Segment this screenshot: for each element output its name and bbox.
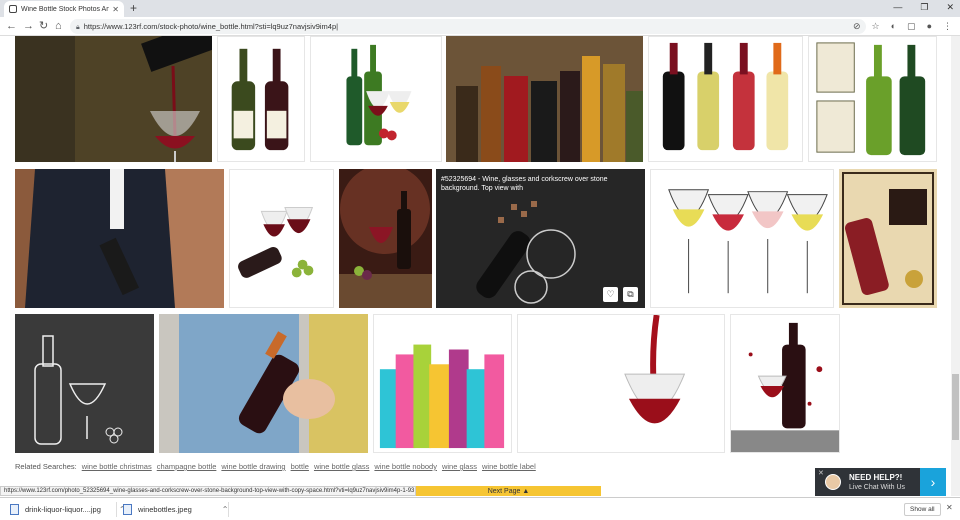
page-scrollbar[interactable]: [951, 36, 960, 496]
site-favicon-icon: [9, 5, 17, 13]
url-text: https://www.123rf.com/stock-photo/wine_b…: [83, 22, 339, 31]
related-tag[interactable]: wine glass: [442, 462, 477, 471]
photo-bottles-glasses-art: [346, 44, 412, 146]
agent-avatar: [825, 474, 841, 490]
photo-wine-vintage-poster[interactable]: [839, 169, 937, 308]
photo-wine-labels[interactable]: [808, 36, 937, 162]
close-downloads-icon[interactable]: ✕: [946, 503, 953, 512]
chevron-right-icon[interactable]: ›: [920, 468, 946, 496]
photo-colorful-bottles-art: [379, 344, 505, 449]
back-icon[interactable]: ←: [6, 19, 17, 33]
photo-waiter-art: [15, 169, 224, 308]
close-tab-icon[interactable]: ✕: [112, 5, 119, 14]
download-filename: drink-liquor-liquor....jpg: [25, 505, 101, 514]
chat-title: NEED HELP?!: [849, 473, 903, 482]
browser-toolbar: ← → ↻ ⌂ 🔒︎ https://www.123rf.com/stock-ph…: [0, 17, 960, 36]
photo-woman-holding-bottle[interactable]: [159, 314, 368, 453]
related-searches: Related Searches: wine bottle christmas …: [15, 462, 536, 471]
photo-liquor-bottles[interactable]: [446, 36, 643, 162]
file-icon: [10, 504, 19, 515]
download-item[interactable]: drink-liquor-liquor....jpg ⌃: [10, 502, 126, 517]
photo-vintage-poster-art: [839, 169, 937, 308]
photo-wine-still-life[interactable]: [339, 169, 432, 308]
photo-wine-labels-art: [816, 42, 926, 156]
next-page-button[interactable]: Next Page ▲: [416, 486, 601, 496]
blocked-content-icon[interactable]: ⊘: [853, 20, 861, 32]
window-controls: — ❐ ✕: [893, 2, 954, 13]
download-filename: winebottles.jpeg: [138, 505, 192, 514]
photo-pouring-wine-art: [15, 36, 212, 162]
show-all-downloads-button[interactable]: Show all: [904, 503, 941, 516]
related-tag[interactable]: wine bottle glass: [314, 462, 369, 471]
divider: [228, 502, 229, 517]
close-chat-icon[interactable]: ✕: [818, 469, 824, 477]
forward-icon[interactable]: →: [23, 19, 34, 33]
related-tag[interactable]: wine bottle label: [482, 462, 536, 471]
cast-icon[interactable]: ▢: [907, 20, 916, 32]
close-window-icon[interactable]: ✕: [946, 2, 954, 13]
home-icon[interactable]: ⌂: [55, 19, 62, 33]
photo-chalkboard-art: [15, 314, 154, 453]
photo-colorful-bottles-illustration[interactable]: [373, 314, 512, 453]
toolbar-actions: ⊘ ☆ ◐ ▢ ● ⋮: [853, 20, 952, 32]
file-icon: [123, 504, 132, 515]
live-chat-widget[interactable]: ✕ NEED HELP?! Live Chat With Us ›: [815, 468, 946, 496]
profile-icon[interactable]: ●: [927, 20, 932, 32]
photo-red-wine-pouring[interactable]: [517, 314, 725, 453]
divider: [116, 502, 117, 517]
photo-wine-bottle-splash[interactable]: [730, 314, 840, 453]
photo-wine-glasses-corkscrew-selected[interactable]: #52325694 - Wine, glasses and corkscrew …: [436, 169, 645, 308]
maximize-icon[interactable]: ❐: [920, 2, 928, 13]
photo-two-bottles-art: [231, 48, 289, 151]
photo-glasses-illustration-art: [668, 189, 828, 294]
photo-woman-bottle-art: [159, 314, 368, 453]
photo-glasses-grapes-art: [238, 206, 314, 278]
add-to-lightbox-icon[interactable]: ⧉: [623, 287, 638, 302]
lock-icon: 🔒︎: [76, 24, 80, 31]
photo-wine-glasses-illustration[interactable]: [650, 169, 834, 308]
photo-four-bottles-art: [662, 42, 789, 151]
like-heart-icon[interactable]: ♡: [603, 287, 618, 302]
related-searches-label: Related Searches:: [15, 462, 77, 471]
reload-icon[interactable]: ↻: [39, 19, 48, 33]
download-item[interactable]: winebottles.jpeg ⌃: [123, 502, 229, 517]
minimize-icon[interactable]: —: [893, 2, 902, 13]
photo-vino-chalkboard[interactable]: [15, 314, 154, 453]
tab-strip: Wine Bottle Stock Photos And Im ✕ + — ❐ …: [0, 0, 960, 17]
related-tag[interactable]: wine bottle drawing: [221, 462, 285, 471]
related-tag[interactable]: wine bottle christmas: [82, 462, 152, 471]
extension-icon[interactable]: ◐: [891, 20, 896, 32]
browser-tab[interactable]: Wine Bottle Stock Photos And Im ✕: [4, 1, 124, 17]
photo-caption: #52325694 - Wine, glasses and corkscrew …: [441, 176, 608, 192]
photo-liquor-bottles-art: [446, 36, 643, 162]
photo-four-wine-bottles[interactable]: [648, 36, 803, 162]
menu-icon[interactable]: ⋮: [943, 20, 952, 32]
downloads-bar: drink-liquor-liquor....jpg ⌃ winebottles…: [0, 497, 960, 520]
related-tag[interactable]: wine bottle nobody: [374, 462, 437, 471]
photo-pouring-wine-into-glass[interactable]: [15, 36, 212, 162]
chat-subtitle: Live Chat With Us: [849, 484, 906, 491]
photo-red-wine-pour-art: [624, 315, 686, 424]
next-page-label: Next Page: [487, 488, 521, 495]
tab-title: Wine Bottle Stock Photos And Im: [21, 5, 110, 13]
photo-bottle-splash-art: [731, 322, 839, 452]
new-tab-button[interactable]: +: [130, 1, 137, 15]
bookmark-star-icon[interactable]: ☆: [872, 20, 880, 32]
related-tag[interactable]: bottle: [291, 462, 309, 471]
photo-still-life-art: [339, 169, 432, 308]
photo-waiter-opening-bottle[interactable]: [15, 169, 224, 308]
photo-two-wine-bottles[interactable]: [217, 36, 305, 162]
link-status-bar: https://www.123rf.com/photo_52325694_win…: [0, 486, 416, 496]
address-bar[interactable]: 🔒︎ https://www.123rf.com/stock-photo/wine…: [70, 19, 866, 34]
scrollbar-thumb[interactable]: [952, 374, 959, 440]
photo-bottles-and-glasses[interactable]: [310, 36, 442, 162]
related-tag[interactable]: champagne bottle: [157, 462, 217, 471]
photo-glasses-bottle-grapes[interactable]: [229, 169, 334, 308]
